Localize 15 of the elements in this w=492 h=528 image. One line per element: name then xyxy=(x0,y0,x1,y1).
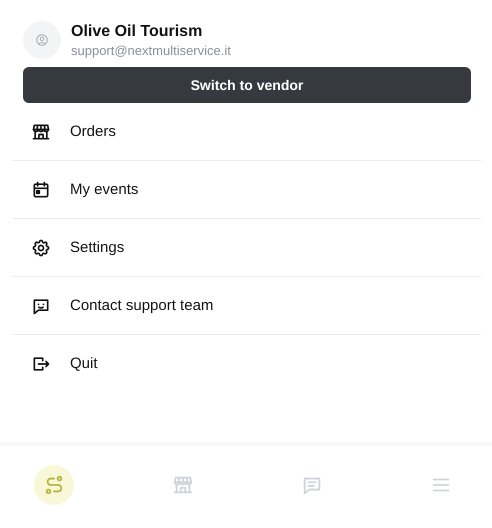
menu-item[interactable]: My events xyxy=(13,161,481,219)
calendar-icon xyxy=(31,180,51,200)
switch-button[interactable]: Switch to vendor xyxy=(23,67,471,103)
menu-item[interactable]: Contact support team xyxy=(13,277,481,335)
store-icon xyxy=(172,474,194,496)
menu-item[interactable]: Quit xyxy=(13,335,481,392)
menu-item[interactable]: Orders xyxy=(13,103,481,161)
user-email: support@nextmultiservice.it xyxy=(71,42,231,58)
user-name: Olive Oil Tourism xyxy=(71,22,204,40)
store-icon xyxy=(31,122,51,142)
settings-icon xyxy=(31,238,51,258)
menu-item[interactable]: Settings xyxy=(13,219,481,277)
nav-tab[interactable] xyxy=(34,465,74,505)
avatar-icon xyxy=(23,21,61,59)
route-icon xyxy=(43,474,65,496)
